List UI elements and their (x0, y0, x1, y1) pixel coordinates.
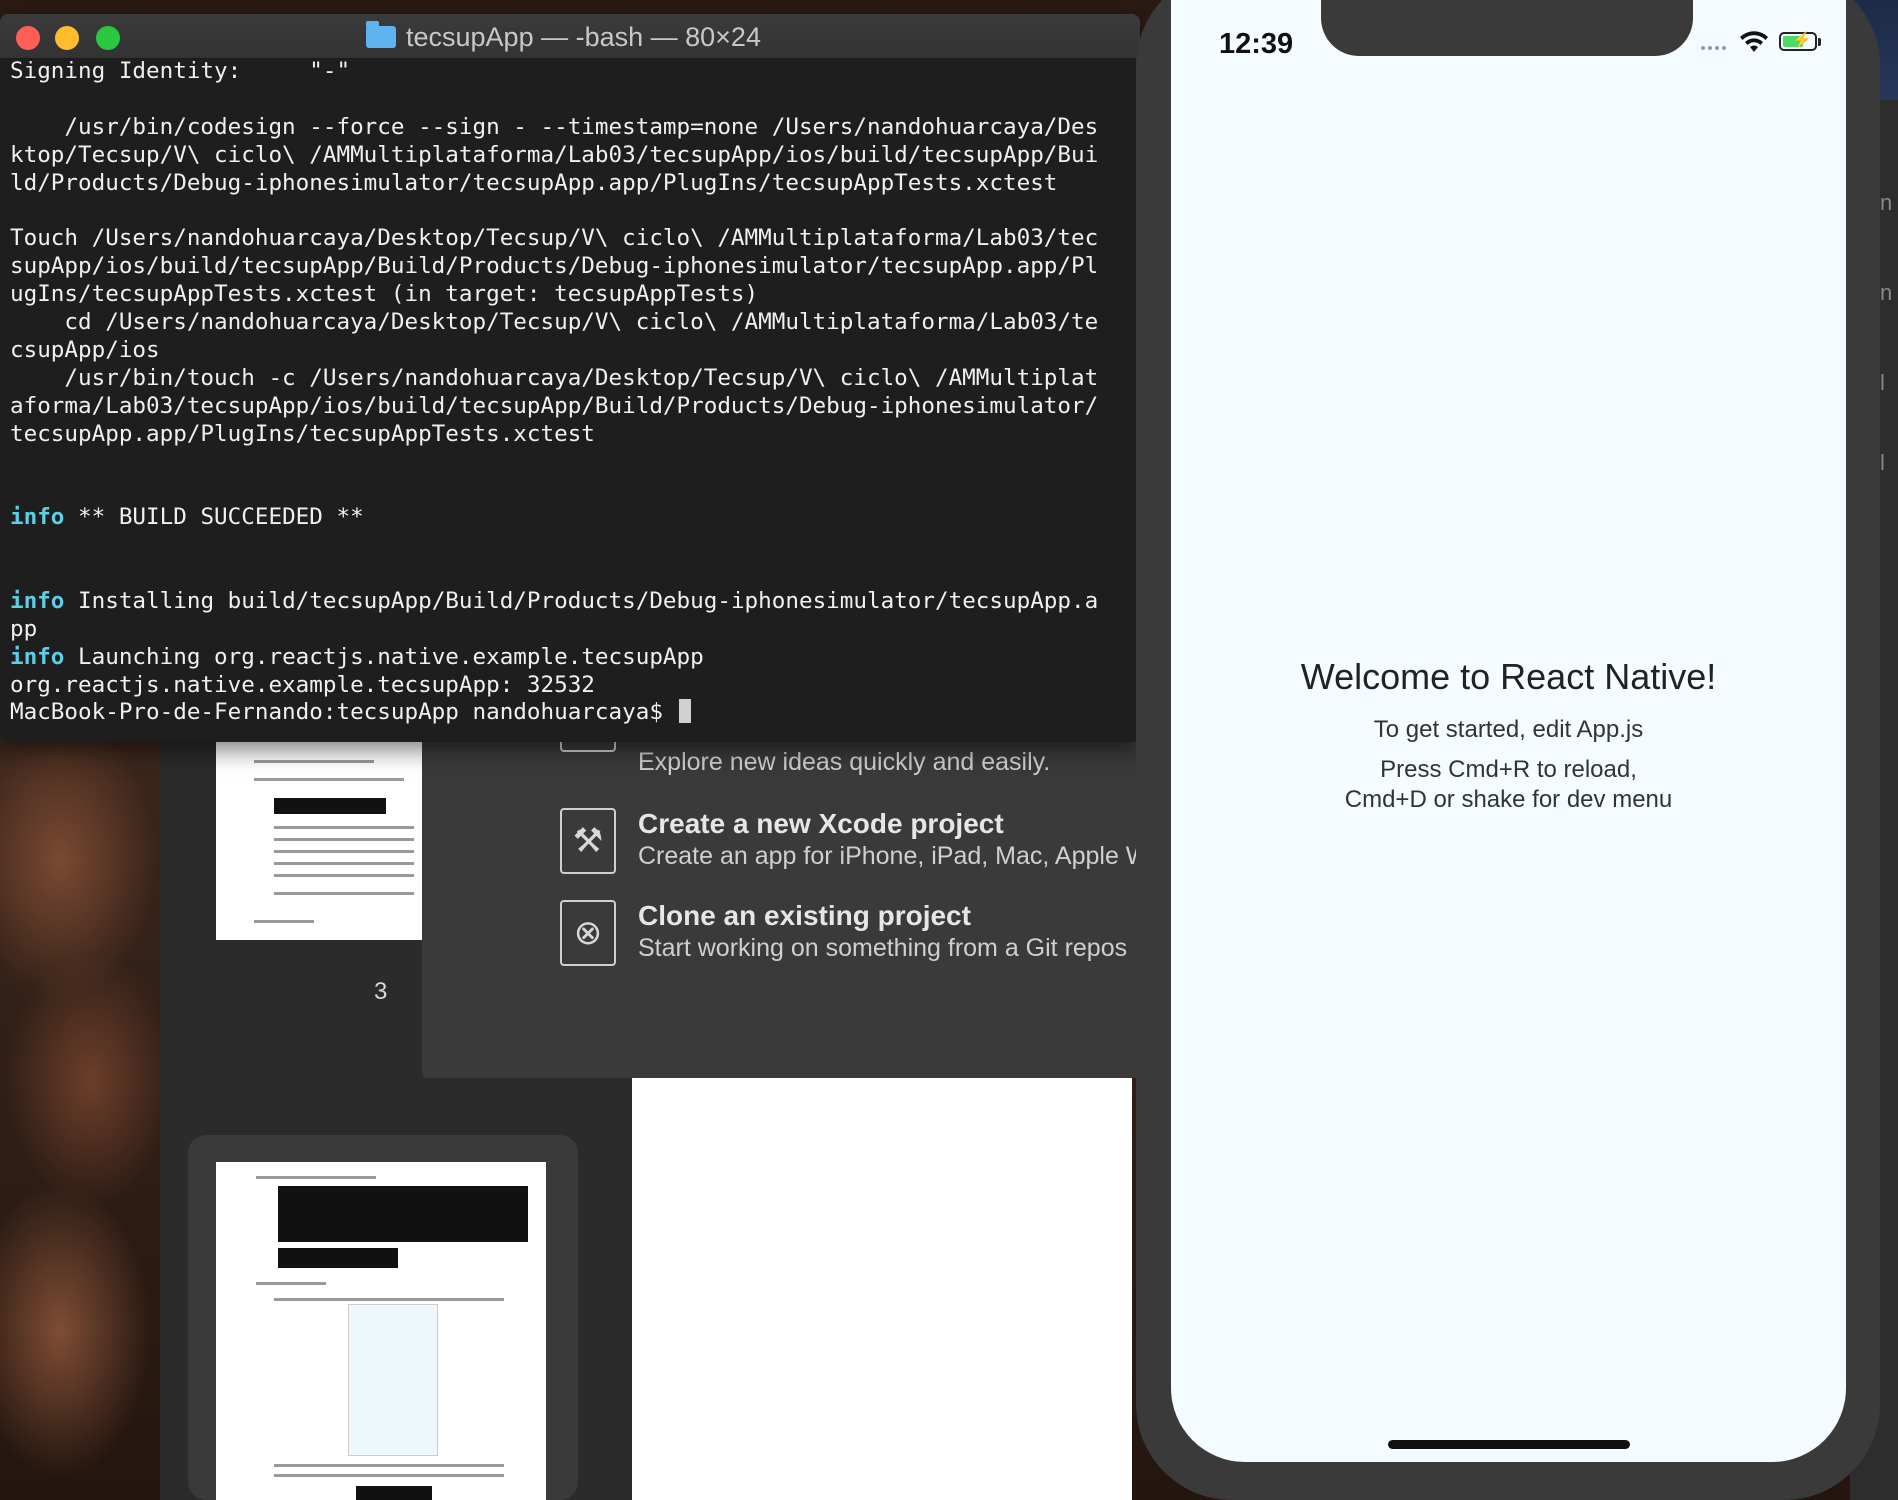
folder-icon (366, 21, 396, 48)
playground-subtitle: Explore new ideas quickly and easily. (638, 748, 1051, 776)
minimize-button[interactable] (55, 26, 79, 50)
page-thumbnail[interactable] (216, 730, 422, 940)
terminal-line: Signing Identity: "-" (10, 58, 1135, 86)
clone-project-title: Clone an existing project (638, 900, 971, 931)
info-prefix: info (10, 643, 65, 670)
terminal-cursor (678, 699, 691, 724)
wifi-icon (1740, 31, 1768, 52)
terminal-line-text: Signing Identity: "-" (10, 58, 351, 84)
terminal-line: ld/Products/Debug-iphonesimulator/tecsup… (10, 170, 1135, 198)
terminal-line: supApp/ios/build/tecsupApp/Build/Product… (10, 253, 1135, 281)
terminal-line: tecsupApp.app/PlugIns/tecsupAppTests.xct… (10, 421, 1135, 449)
reload-text-line2: Cmd+D or shake for dev menu (1344, 786, 1673, 813)
terminal-line: /usr/bin/codesign --force --sign - --tim… (10, 114, 1135, 142)
terminal-window: tecsupApp — -bash — 80×24 Signing Identi… (0, 14, 1140, 742)
terminal-line: ktop/Tecsup/V\ ciclo\ /AMMultiplataforma… (10, 142, 1135, 170)
welcome-heading: Welcome to React Native! (1300, 656, 1717, 697)
clone-project-option[interactable]: ⊗ Clone an existing project Start workin… (422, 892, 1142, 982)
info-prefix: info (10, 504, 65, 531)
terminal-line-text: supApp/ios/build/tecsupApp/Build/Product… (10, 253, 1099, 280)
terminal-line: cd /Users/nandohuarcaya/Desktop/Tecsup/V… (10, 309, 1135, 337)
document-page (632, 1075, 1132, 1500)
terminal-line-text: ktop/Tecsup/V\ ciclo\ /AMMultiplataforma… (10, 141, 1099, 168)
close-button[interactable] (16, 26, 40, 50)
xcode-welcome-window: ➶ Explore new ideas quickly and easily. … (422, 730, 1142, 1078)
terminal-line-text: org.reactjs.native.example.tecsupApp: 32… (10, 671, 595, 698)
terminal-line: pp (10, 616, 1135, 644)
terminal-line-text: ** BUILD SUCCEEDED ** (64, 504, 364, 531)
page-thumbnail[interactable] (216, 1162, 546, 1500)
terminal-titlebar[interactable]: tecsupApp — -bash — 80×24 (0, 14, 1140, 59)
page-number: 3 (374, 978, 388, 1005)
reload-text-line1: Press Cmd+R to reload, (1380, 756, 1637, 783)
terminal-line-text: tecsupApp.app/PlugIns/tecsupAppTests.xct… (10, 420, 595, 447)
signal-dots-icon (1701, 46, 1731, 50)
terminal-line-text: cd /Users/nandohuarcaya/Desktop/Tecsup/V… (10, 309, 1099, 336)
terminal-line: csupApp/ios (10, 337, 1135, 365)
create-project-subtitle: Create an app for iPhone, iPad, Mac, App… (638, 842, 1142, 870)
terminal-line-text: Touch /Users/nandohuarcaya/Desktop/Tecsu… (10, 225, 1099, 252)
terminal-line-text: /usr/bin/codesign --force --sign - --tim… (10, 113, 1099, 140)
terminal-line-text: MacBook-Pro-de-Fernando:tecsupApp nandoh… (10, 699, 677, 726)
battery-icon: ⚡ (1779, 32, 1821, 51)
terminal-output[interactable]: Signing Identity: "-" /usr/bin/codesign … (10, 58, 1135, 727)
create-project-option[interactable]: ⚒ Create a new Xcode project Create an a… (422, 800, 1142, 890)
terminal-line: info Launching org.reactjs.native.exampl… (10, 644, 1135, 672)
terminal-line-text: pp (10, 615, 38, 642)
terminal-line-text: Launching org.reactjs.native.example.tec… (64, 643, 704, 670)
terminal-line-text: Installing build/tecsupApp/Build/Product… (64, 587, 1099, 614)
git-clone-icon: ⊗ (560, 900, 616, 966)
terminal-line-text: ld/Products/Debug-iphonesimulator/tecsup… (10, 169, 1058, 196)
zoom-button[interactable] (96, 26, 120, 50)
status-time: 12:39 (1219, 28, 1294, 60)
terminal-line: ugIns/tecsupAppTests.xctest (in target: … (10, 281, 1135, 309)
terminal-title: tecsupApp — -bash — 80×24 (406, 22, 761, 52)
terminal-line: MacBook-Pro-de-Fernando:tecsupApp nandoh… (10, 699, 1135, 727)
terminal-line-text: aforma/Lab03/tecsupApp/ios/build/tecsupA… (10, 392, 1099, 419)
clone-project-subtitle: Start working on something from a Git re… (638, 934, 1128, 962)
info-prefix: info (10, 587, 65, 614)
terminal-line-text: /usr/bin/touch -c /Users/nandohuarcaya/D… (10, 364, 1099, 391)
terminal-line: Touch /Users/nandohuarcaya/Desktop/Tecsu… (10, 225, 1135, 253)
notch (1321, 0, 1693, 56)
instructions-text: To get started, edit App.js (1373, 716, 1644, 743)
terminal-line: info ** BUILD SUCCEEDED ** (10, 504, 1135, 532)
terminal-line-text: csupApp/ios (10, 336, 160, 363)
create-project-title: Create a new Xcode project (638, 808, 1004, 839)
terminal-line: info Installing build/tecsupApp/Build/Pr… (10, 588, 1135, 616)
home-indicator[interactable] (1388, 1440, 1630, 1449)
terminal-line-text: ugIns/tecsupAppTests.xctest (in target: … (10, 281, 759, 308)
terminal-line: /usr/bin/touch -c /Users/nandohuarcaya/D… (10, 365, 1135, 393)
xcode-project-icon: ⚒ (560, 808, 616, 874)
simulator-screen[interactable]: 12:39 ⚡ Welcome to React Native! To get … (1171, 0, 1846, 1462)
terminal-line: org.reactjs.native.example.tecsupApp: 32… (10, 672, 1135, 700)
terminal-line: aforma/Lab03/tecsupApp/ios/build/tecsupA… (10, 393, 1135, 421)
